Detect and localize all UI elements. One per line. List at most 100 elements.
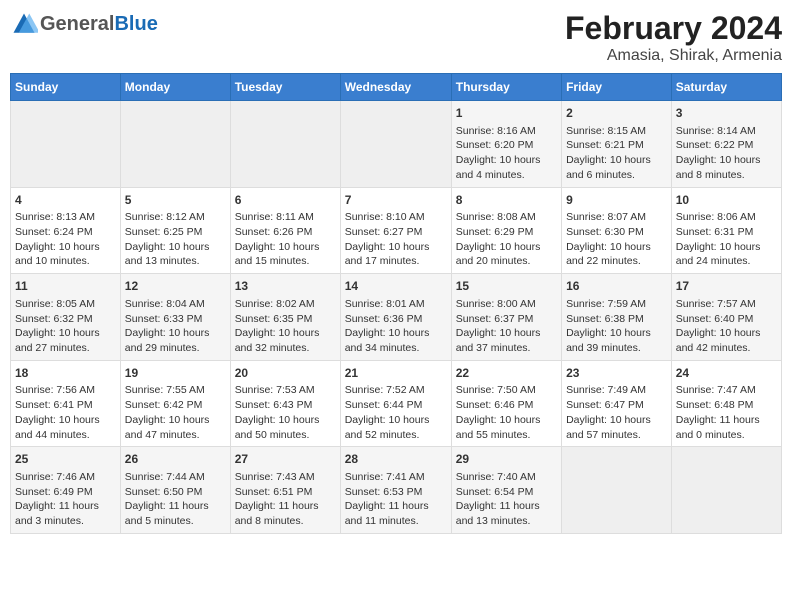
calendar-week-row: 25Sunrise: 7:46 AMSunset: 6:49 PMDayligh… — [11, 447, 782, 534]
calendar-week-row: 18Sunrise: 7:56 AMSunset: 6:41 PMDayligh… — [11, 360, 782, 447]
calendar-cell: 4Sunrise: 8:13 AMSunset: 6:24 PMDaylight… — [11, 187, 121, 274]
weekday-header-sunday: Sunday — [11, 74, 121, 101]
day-info-line: and 27 minutes. — [15, 341, 116, 356]
day-info-line: Daylight: 10 hours — [676, 326, 777, 341]
day-number: 18 — [15, 365, 116, 382]
day-number: 5 — [125, 192, 226, 209]
calendar-subtitle: Amasia, Shirak, Armenia — [565, 47, 782, 65]
day-info-line: Sunrise: 7:57 AM — [676, 297, 777, 312]
day-info-line: and 15 minutes. — [235, 254, 336, 269]
day-info-line: Sunrise: 7:50 AM — [456, 383, 557, 398]
day-info-line: and 22 minutes. — [566, 254, 667, 269]
day-info-line: Daylight: 11 hours — [345, 499, 447, 514]
day-info-line: Daylight: 10 hours — [125, 326, 226, 341]
day-info-line: Daylight: 10 hours — [456, 413, 557, 428]
day-info-line: Daylight: 10 hours — [566, 240, 667, 255]
day-number: 20 — [235, 365, 336, 382]
logo: GeneralBlue — [10, 10, 158, 38]
calendar-cell: 22Sunrise: 7:50 AMSunset: 6:46 PMDayligh… — [451, 360, 561, 447]
calendar-cell: 3Sunrise: 8:14 AMSunset: 6:22 PMDaylight… — [671, 101, 781, 188]
day-info-line: Sunrise: 7:52 AM — [345, 383, 447, 398]
day-info-line: and 52 minutes. — [345, 428, 447, 443]
weekday-header-monday: Monday — [120, 74, 230, 101]
day-info-line: Sunset: 6:51 PM — [235, 485, 336, 500]
day-info-line: and 4 minutes. — [456, 168, 557, 183]
day-number: 7 — [345, 192, 447, 209]
day-info-line: Daylight: 10 hours — [125, 240, 226, 255]
day-info-line: Sunrise: 7:43 AM — [235, 470, 336, 485]
day-info-line: Sunset: 6:22 PM — [676, 138, 777, 153]
day-info-line: Daylight: 11 hours — [456, 499, 557, 514]
calendar-cell: 28 Sunrise: 7:41 AMSunset: 6:53 PMDayligh… — [340, 447, 451, 534]
day-info-line: and 8 minutes. — [235, 514, 336, 529]
day-info-line: and 47 minutes. — [125, 428, 226, 443]
day-info-line: Daylight: 10 hours — [345, 240, 447, 255]
day-number: 24 — [676, 365, 777, 382]
calendar-cell — [562, 447, 672, 534]
calendar-cell: 8Sunrise: 8:08 AMSunset: 6:29 PMDaylight… — [451, 187, 561, 274]
calendar-cell: 9Sunrise: 8:07 AMSunset: 6:30 PMDaylight… — [562, 187, 672, 274]
day-info-line: Sunrise: 8:05 AM — [15, 297, 116, 312]
day-info-line: Sunset: 6:49 PM — [15, 485, 116, 500]
day-info-line: Sunrise: 8:11 AM — [235, 210, 336, 225]
day-info-line: Sunset: 6:21 PM — [566, 138, 667, 153]
day-number: 13 — [235, 278, 336, 295]
day-info-line: and 3 minutes. — [15, 514, 116, 529]
day-info-line: Daylight: 10 hours — [15, 240, 116, 255]
calendar-cell: 20Sunrise: 7:53 AMSunset: 6:43 PMDayligh… — [230, 360, 340, 447]
weekday-header-wednesday: Wednesday — [340, 74, 451, 101]
day-info-line: Sunrise: 7:40 AM — [456, 470, 557, 485]
day-info-line: Sunrise: 7:53 AM — [235, 383, 336, 398]
day-info-line: Sunset: 6:29 PM — [456, 225, 557, 240]
day-info-line: Daylight: 10 hours — [456, 326, 557, 341]
day-info-line: Sunrise: 8:04 AM — [125, 297, 226, 312]
day-info-line: Sunset: 6:27 PM — [345, 225, 447, 240]
day-info-line: and 24 minutes. — [676, 254, 777, 269]
day-info-line: Sunset: 6:24 PM — [15, 225, 116, 240]
day-info-line: Sunset: 6:47 PM — [566, 398, 667, 413]
calendar-cell — [230, 101, 340, 188]
logo-general-text: General — [40, 13, 114, 36]
weekday-header-row: SundayMondayTuesdayWednesdayThursdayFrid… — [11, 74, 782, 101]
day-info-line: Sunset: 6:33 PM — [125, 312, 226, 327]
title-block: February 2024 Amasia, Shirak, Armenia — [565, 10, 782, 65]
day-info-line: Daylight: 10 hours — [676, 153, 777, 168]
calendar-cell: 16Sunrise: 7:59 AMSunset: 6:38 PMDayligh… — [562, 274, 672, 361]
day-info-line: Daylight: 10 hours — [456, 240, 557, 255]
day-info-line: Sunset: 6:53 PM — [345, 485, 447, 500]
day-info-line: Sunset: 6:40 PM — [676, 312, 777, 327]
calendar-cell: 29Sunrise: 7:40 AMSunset: 6:54 PMDayligh… — [451, 447, 561, 534]
calendar-cell: 6Sunrise: 8:11 AMSunset: 6:26 PMDaylight… — [230, 187, 340, 274]
calendar-week-row: 4Sunrise: 8:13 AMSunset: 6:24 PMDaylight… — [11, 187, 782, 274]
logo-blue-text: Blue — [114, 13, 157, 36]
day-info-line: Sunrise: 7:41 AM — [345, 470, 447, 485]
day-number: 28 — [345, 451, 447, 468]
page-header: GeneralBlue February 2024 Amasia, Shirak… — [10, 10, 782, 65]
day-info-line: Sunset: 6:20 PM — [456, 138, 557, 153]
day-info-line: and 8 minutes. — [676, 168, 777, 183]
day-info-line: and 39 minutes. — [566, 341, 667, 356]
day-info-line: Sunset: 6:54 PM — [456, 485, 557, 500]
day-number: 12 — [125, 278, 226, 295]
day-info-line: and 29 minutes. — [125, 341, 226, 356]
day-info-line: Sunrise: 8:00 AM — [456, 297, 557, 312]
day-number: 26 — [125, 451, 226, 468]
calendar-cell: 17Sunrise: 7:57 AMSunset: 6:40 PMDayligh… — [671, 274, 781, 361]
day-info-line: and 10 minutes. — [15, 254, 116, 269]
day-number: 10 — [676, 192, 777, 209]
calendar-cell: 14Sunrise: 8:01 AMSunset: 6:36 PMDayligh… — [340, 274, 451, 361]
day-number: 15 — [456, 278, 557, 295]
calendar-table: SundayMondayTuesdayWednesdayThursdayFrid… — [10, 73, 782, 534]
day-number: 23 — [566, 365, 667, 382]
calendar-header: SundayMondayTuesdayWednesdayThursdayFrid… — [11, 74, 782, 101]
day-number: 8 — [456, 192, 557, 209]
day-info-line: Daylight: 10 hours — [345, 413, 447, 428]
day-info-line: Sunset: 6:42 PM — [125, 398, 226, 413]
calendar-cell: 7Sunrise: 8:10 AMSunset: 6:27 PMDaylight… — [340, 187, 451, 274]
day-number: 19 — [125, 365, 226, 382]
day-info-line: and 44 minutes. — [15, 428, 116, 443]
day-info-line: and 57 minutes. — [566, 428, 667, 443]
day-info-line: Sunrise: 8:08 AM — [456, 210, 557, 225]
day-info-line: Sunrise: 8:16 AM — [456, 124, 557, 139]
day-info-line: Sunset: 6:38 PM — [566, 312, 667, 327]
